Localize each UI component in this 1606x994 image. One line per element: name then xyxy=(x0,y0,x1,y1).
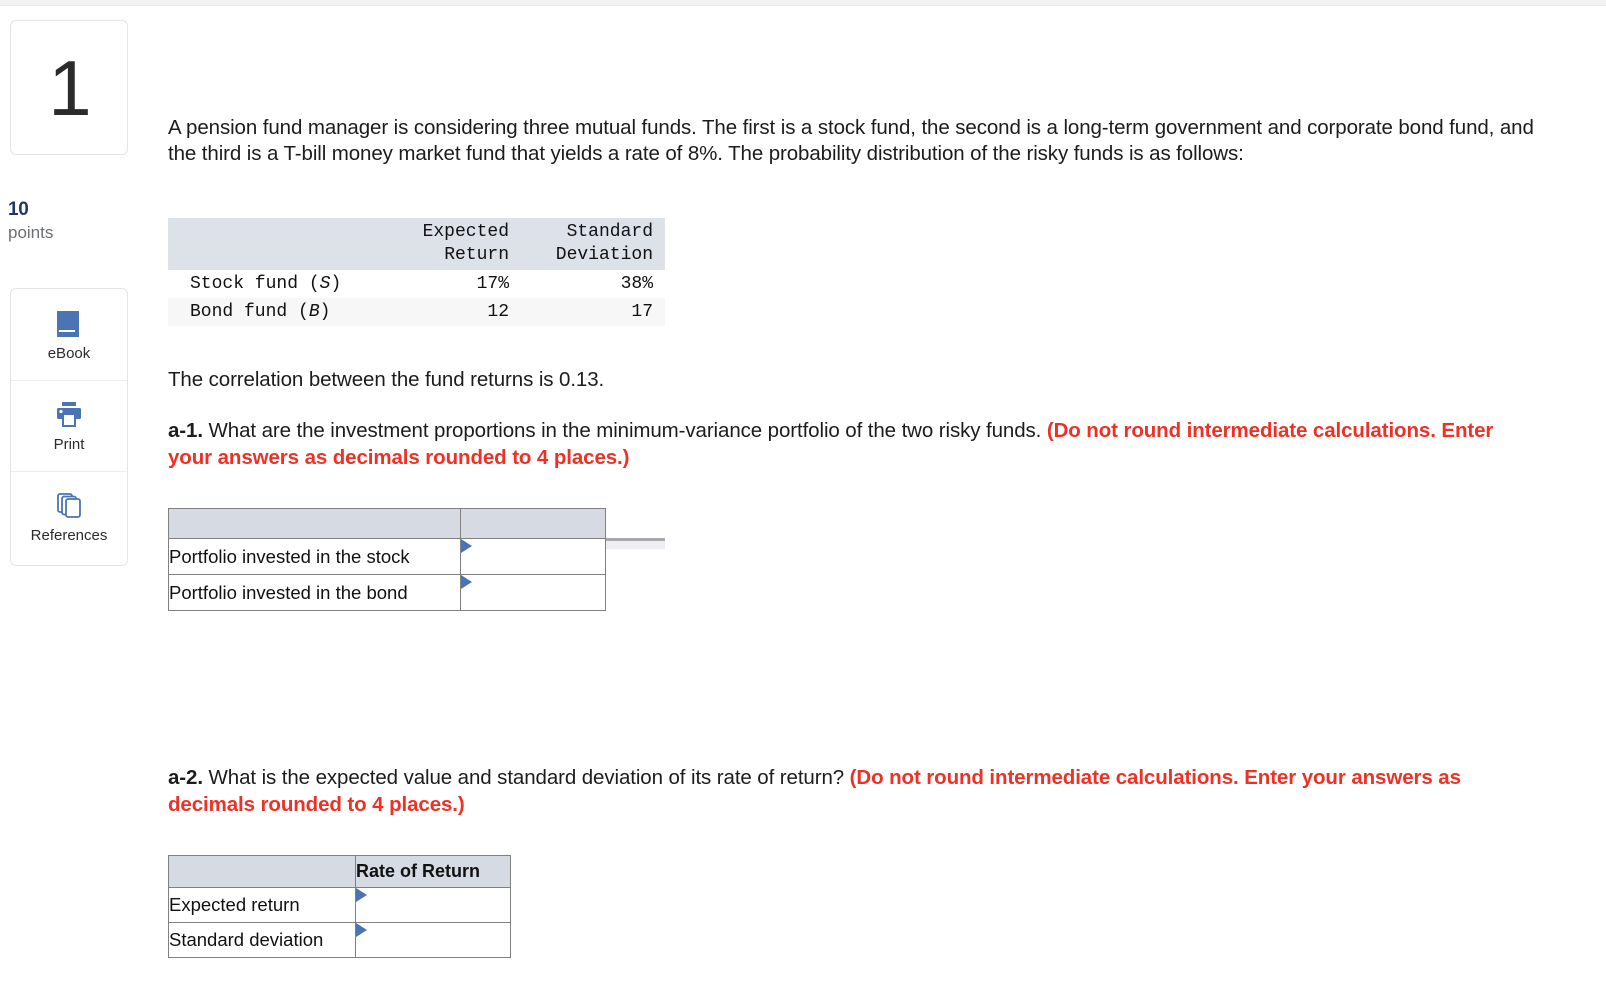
points-value: 10 xyxy=(8,199,29,220)
references-label: References xyxy=(30,527,108,544)
answer-label-portfolio-bond: Portfolio invested in the bond xyxy=(168,574,461,611)
header-expected-return: Expected Return xyxy=(373,218,521,270)
intro-paragraph: A pension fund manager is considering th… xyxy=(168,116,1540,165)
header-standard-deviation: Standard Deviation xyxy=(521,218,665,270)
question-a1-label: a-1. xyxy=(168,419,203,442)
row-label-stock-fund: Stock fund (S) xyxy=(168,270,373,298)
answer-row-expected-return: Expected return xyxy=(168,887,511,923)
input-marker-icon xyxy=(461,575,472,589)
answer-header-value-a1 xyxy=(460,508,606,539)
answer-table-a2: Rate of Return Expected return Standard … xyxy=(168,855,511,958)
ebook-button[interactable]: eBook xyxy=(11,289,127,380)
answer-header-rate-of-return: Rate of Return xyxy=(355,855,511,888)
answer-label-portfolio-stock: Portfolio invested in the stock xyxy=(168,538,461,575)
stock-label-suffix: ) xyxy=(330,274,342,294)
question-number-card: 1 xyxy=(10,20,128,155)
bond-expected-return: 12 xyxy=(373,298,521,326)
question-a1-text: What are the investment proportions in t… xyxy=(202,419,1047,442)
answer-header-blank-a1 xyxy=(168,508,461,539)
answer-header-blank-a2 xyxy=(168,855,356,888)
print-button[interactable]: Print xyxy=(11,380,127,471)
answer-input-portfolio-stock[interactable] xyxy=(460,538,606,575)
stock-standard-deviation: 38% xyxy=(521,270,665,298)
fund-data-table: Expected Return Standard Deviation Stock… xyxy=(168,218,665,326)
header-stddev-line1: Standard xyxy=(566,222,653,242)
question-number: 1 xyxy=(48,43,91,132)
left-rail: 1 10 points eBook Print References xyxy=(0,0,150,994)
points-label: points xyxy=(8,222,54,242)
answer-row-stock: Portfolio invested in the stock xyxy=(168,538,606,575)
answer-label-expected-return: Expected return xyxy=(168,887,356,923)
points-block: 10 points xyxy=(8,198,138,243)
question-a1: a-1. What are the investment proportions… xyxy=(168,417,1498,471)
header-expected-line2: Return xyxy=(444,245,509,265)
question-a2-label: a-2. xyxy=(168,766,203,789)
table-header-row: Expected Return Standard Deviation xyxy=(168,218,665,270)
question-a2-text: What is the expected value and standard … xyxy=(202,766,850,789)
stock-label-prefix: Stock fund ( xyxy=(190,274,320,294)
ebook-label: eBook xyxy=(47,344,91,362)
table-row: Stock fund (S) 17% 38% xyxy=(168,270,665,298)
stock-expected-return: 17% xyxy=(373,270,521,298)
answer-table-a1: Portfolio invested in the stock Portfoli… xyxy=(168,508,606,611)
answer-input-portfolio-bond[interactable] xyxy=(460,574,606,611)
answer-row-bond: Portfolio invested in the bond xyxy=(168,574,606,611)
question-a2: a-2. What is the expected value and stan… xyxy=(168,764,1498,818)
correlation-paragraph: The correlation between the fund returns… xyxy=(168,368,605,391)
input-marker-icon xyxy=(356,923,367,937)
input-marker-icon xyxy=(356,888,367,902)
answer-row-standard-deviation: Standard deviation xyxy=(168,922,511,958)
answer-input-standard-deviation[interactable] xyxy=(355,922,511,958)
question-page: 1 10 points eBook Print References A pen… xyxy=(0,0,1606,994)
answer-header-row xyxy=(168,508,606,539)
row-label-bond-fund: Bond fund (B) xyxy=(168,298,373,326)
bond-label-prefix: Bond fund ( xyxy=(190,302,309,322)
references-button[interactable]: References xyxy=(11,471,127,562)
stock-label-symbol: S xyxy=(319,274,331,294)
pages-stack-icon xyxy=(53,491,85,521)
print-label: Print xyxy=(53,436,85,453)
printer-icon xyxy=(53,400,85,430)
fund-data-table-wrapper: Expected Return Standard Deviation Stock… xyxy=(168,218,665,549)
answer-header-row: Rate of Return xyxy=(168,855,511,888)
header-stddev-line2: Deviation xyxy=(555,245,653,265)
top-bar xyxy=(0,0,1606,6)
bond-label-symbol: B xyxy=(308,302,320,322)
tool-panel: eBook Print References xyxy=(10,288,128,566)
bond-standard-deviation: 17 xyxy=(521,298,665,326)
header-blank xyxy=(168,218,373,270)
book-icon xyxy=(53,309,85,339)
input-marker-icon xyxy=(461,539,472,553)
bond-label-suffix: ) xyxy=(319,302,331,322)
answer-label-standard-deviation: Standard deviation xyxy=(168,922,356,958)
table-row: Bond fund (B) 12 17 xyxy=(168,298,665,326)
header-expected-line1: Expected xyxy=(422,222,509,242)
answer-input-expected-return[interactable] xyxy=(355,887,511,923)
